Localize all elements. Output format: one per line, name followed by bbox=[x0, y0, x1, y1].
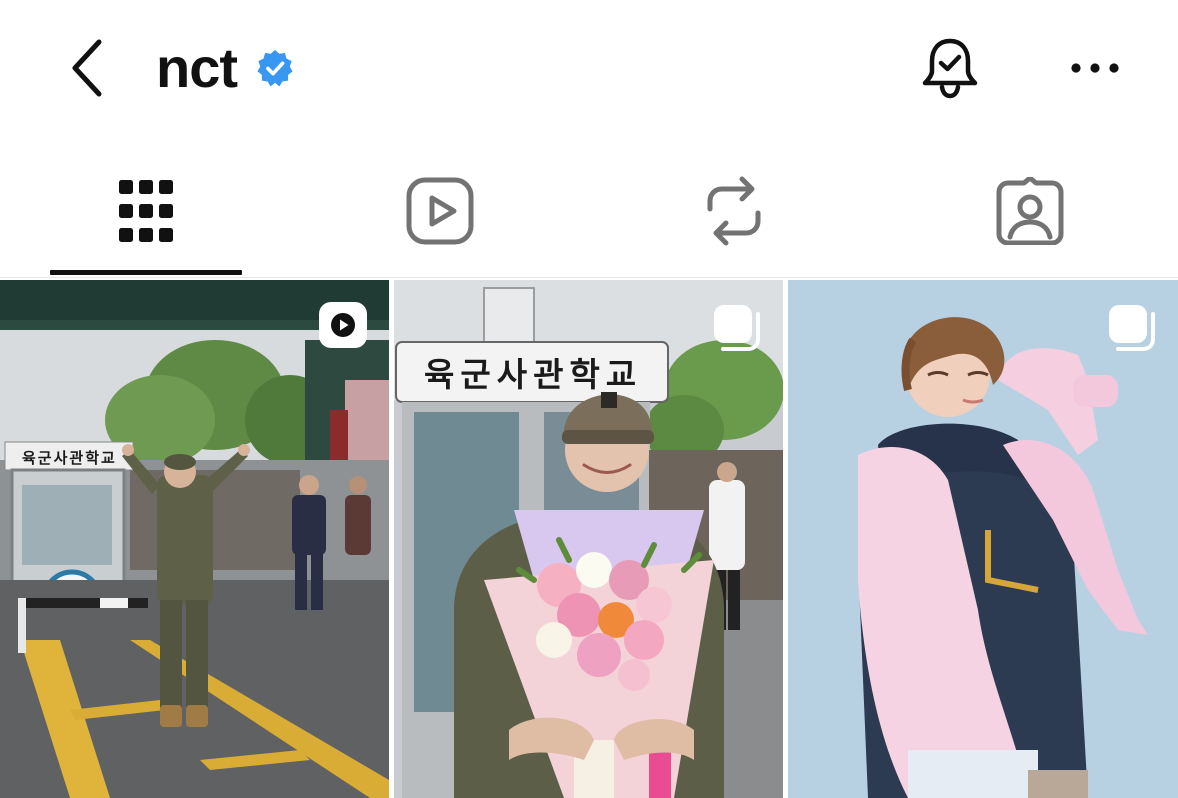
post-photo-pink-jacket-portrait bbox=[788, 280, 1178, 798]
profile-title-group: nct bbox=[156, 36, 295, 100]
play-icon bbox=[331, 313, 355, 337]
top-bar: nct bbox=[0, 0, 1178, 140]
carousel-badge bbox=[711, 302, 761, 352]
repost-icon bbox=[707, 176, 761, 246]
bell-check-icon bbox=[922, 38, 978, 99]
carousel-badge bbox=[1106, 302, 1156, 352]
reels-icon bbox=[406, 177, 474, 245]
verified-badge-icon bbox=[255, 48, 295, 88]
notifications-button[interactable] bbox=[912, 30, 988, 106]
chevron-left-icon bbox=[72, 39, 102, 97]
post-tile[interactable]: 육군사관학교 bbox=[0, 280, 389, 798]
more-horizontal-icon bbox=[1071, 63, 1119, 73]
profile-username: nct bbox=[156, 36, 238, 99]
profile-tabs bbox=[0, 150, 1178, 278]
more-options-button[interactable] bbox=[1058, 36, 1132, 100]
grid-icon bbox=[119, 180, 173, 242]
posts-grid: 육군사관학교 육군사관학교 bbox=[0, 280, 1178, 798]
reel-badge bbox=[319, 302, 367, 348]
tab-reels[interactable] bbox=[342, 150, 538, 272]
tab-reposts[interactable] bbox=[636, 150, 832, 272]
multiple-icon bbox=[714, 305, 760, 351]
active-tab-indicator bbox=[50, 270, 242, 275]
back-button[interactable] bbox=[52, 30, 122, 106]
post-photo-soldier-waving bbox=[0, 280, 389, 798]
post-tile[interactable]: 육군사관학교 bbox=[394, 280, 783, 798]
sign-text: 육군사관학교 bbox=[22, 449, 117, 467]
post-tile[interactable] bbox=[788, 280, 1178, 798]
tab-tagged[interactable] bbox=[932, 150, 1128, 272]
tagged-icon bbox=[996, 177, 1064, 245]
sign-text: 육군사관학교 bbox=[424, 355, 643, 394]
multiple-icon bbox=[1109, 305, 1155, 351]
tab-posts[interactable] bbox=[48, 150, 244, 272]
